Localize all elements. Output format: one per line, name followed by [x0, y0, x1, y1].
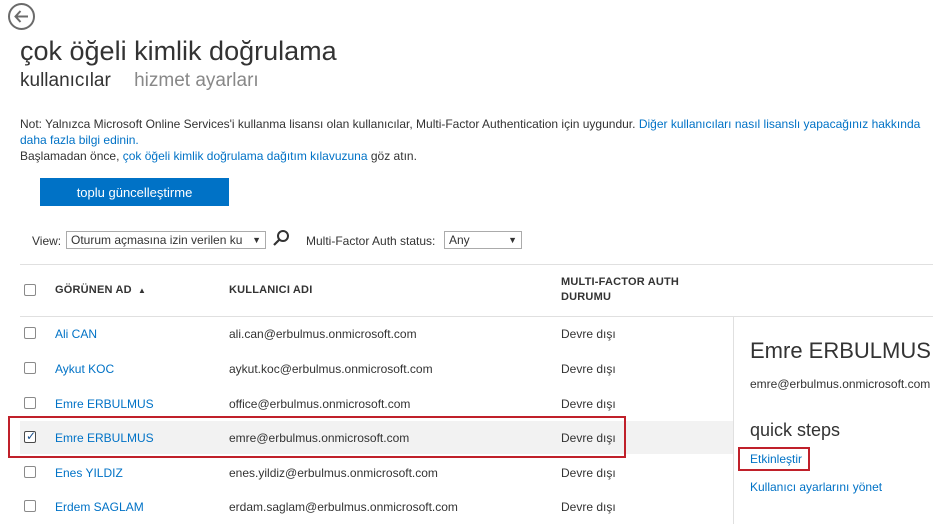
row-checkbox[interactable] — [24, 327, 36, 339]
view-select-value: Oturum açmasına izin verilen ku — [71, 233, 243, 247]
tab-bar: kullanıcılar hizmet ayarları — [20, 70, 259, 92]
row-display-name[interactable]: Enes YILDIZ — [55, 466, 123, 480]
select-all-checkbox[interactable] — [24, 284, 36, 296]
row-display-name[interactable]: Erdem SAGLAM — [55, 500, 144, 514]
enable-mfa-link[interactable]: Etkinleştir — [750, 452, 802, 466]
row-mfa-status: Devre dışı — [561, 431, 616, 445]
view-label: View: — [32, 234, 62, 248]
license-note: Not: Yalnızca Microsoft Online Services'… — [20, 116, 925, 164]
mfa-status-select-value: Any — [449, 233, 470, 247]
deployment-guide-link[interactable]: çok öğeli kimlik doğrulama dağıtım kılav… — [123, 149, 368, 163]
checkmark-icon: ✓ — [26, 429, 37, 443]
page-title: çok öğeli kimlik doğrulama — [20, 36, 337, 66]
row-checkbox[interactable] — [24, 500, 36, 512]
column-header-display-name[interactable]: GÖRÜNEN AD ▲ — [55, 284, 146, 296]
search-button[interactable] — [272, 229, 290, 247]
row-mfa-status: Devre dışı — [561, 327, 616, 341]
back-arrow-icon — [14, 10, 28, 23]
note-prefix: Başlamadan önce, — [20, 149, 120, 163]
table-top-divider — [20, 264, 933, 265]
detail-user-email: emre@erbulmus.onmicrosoft.com — [750, 377, 931, 391]
row-checkbox[interactable] — [24, 466, 36, 478]
detail-panel: Emre ERBULMUS emre@erbulmus.onmicrosoft.… — [734, 316, 933, 524]
bulk-update-button[interactable]: toplu güncelleştirme — [40, 178, 229, 206]
view-select[interactable]: Oturum açmasına izin verilen ku ▼ — [66, 231, 266, 249]
row-display-name[interactable]: Aykut KOC — [55, 362, 114, 376]
chevron-down-icon: ▼ — [508, 235, 517, 245]
mfa-status-select[interactable]: Any ▼ — [444, 231, 522, 249]
row-username: office@erbulmus.onmicrosoft.com — [229, 397, 411, 411]
quick-steps-heading: quick steps — [750, 420, 841, 440]
column-header-mfa-status-line2: DURUMU — [561, 291, 612, 303]
row-mfa-status: Devre dışı — [561, 466, 616, 480]
column-header-mfa-status-line1: MULTI-FACTOR AUTH — [561, 276, 680, 288]
back-button[interactable] — [8, 3, 35, 30]
row-checkbox-checked[interactable]: ✓ — [24, 429, 37, 443]
note-text: Not: Yalnızca Microsoft Online Services'… — [20, 117, 636, 131]
column-header-username: KULLANICI ADI — [229, 284, 313, 296]
sort-ascending-icon: ▲ — [138, 286, 147, 295]
column-header-mfa-status: MULTI-FACTOR AUTH DURUMU — [561, 275, 679, 305]
row-display-name[interactable]: Emre ERBULMUS — [55, 431, 154, 445]
row-mfa-status: Devre dışı — [561, 500, 616, 514]
mfa-status-label: Multi-Factor Auth status: — [306, 234, 436, 248]
column-header-display-name-label: GÖRÜNEN AD — [55, 284, 132, 296]
note-suffix: göz atın. — [370, 149, 417, 163]
detail-user-name: Emre ERBULMUS — [750, 338, 931, 363]
row-username: erdam.saglam@erbulmus.onmicrosoft.com — [229, 500, 458, 514]
row-username: emre@erbulmus.onmicrosoft.com — [229, 431, 410, 445]
tab-users[interactable]: kullanıcılar — [20, 70, 111, 91]
row-display-name[interactable]: Ali CAN — [55, 327, 97, 341]
search-icon — [273, 230, 289, 246]
row-checkbox[interactable] — [24, 397, 36, 409]
row-checkbox[interactable] — [24, 362, 36, 374]
chevron-down-icon: ▼ — [252, 235, 261, 245]
tab-service-settings[interactable]: hizmet ayarları — [134, 70, 259, 91]
row-mfa-status: Devre dışı — [561, 362, 616, 376]
row-username: enes.yildiz@erbulmus.onmicrosoft.com — [229, 466, 438, 480]
manage-user-settings-link[interactable]: Kullanıcı ayarlarını yönet — [750, 480, 882, 494]
row-username: ali.can@erbulmus.onmicrosoft.com — [229, 327, 417, 341]
row-display-name[interactable]: Emre ERBULMUS — [55, 397, 154, 411]
row-mfa-status: Devre dışı — [561, 397, 616, 411]
row-username: aykut.koc@erbulmus.onmicrosoft.com — [229, 362, 433, 376]
